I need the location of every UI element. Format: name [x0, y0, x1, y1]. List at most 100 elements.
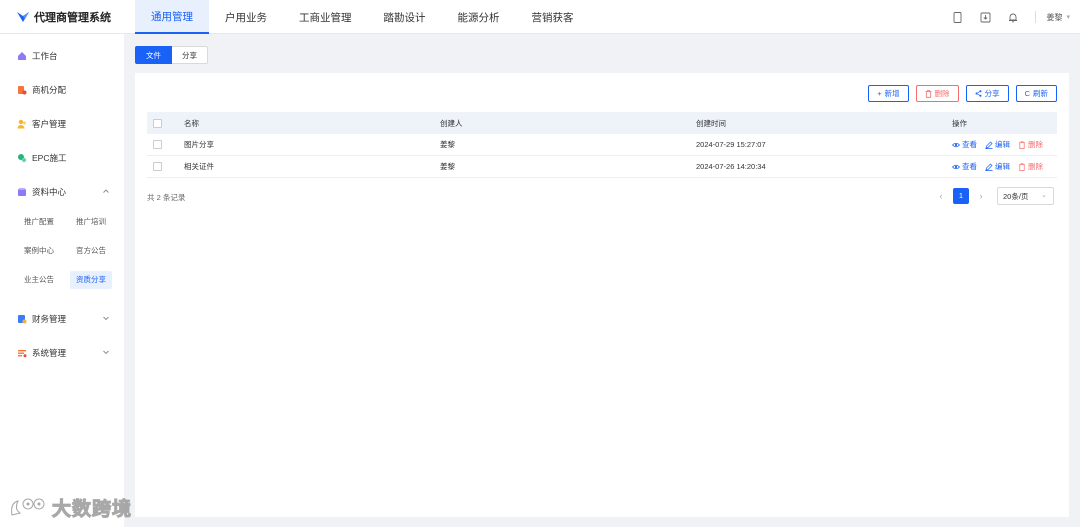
chevron-down-icon — [103, 316, 109, 321]
chevron-up-icon — [103, 189, 109, 193]
chevron-down-icon — [103, 350, 109, 355]
trash-icon — [1019, 162, 1025, 171]
submenu-official-notice[interactable]: 官方公告 — [70, 242, 112, 260]
refresh-icon: C — [1024, 89, 1030, 98]
edit-action[interactable]: 编辑 — [985, 161, 1010, 172]
edit-action-label: 编辑 — [995, 162, 1010, 171]
submenu-case-center[interactable]: 案例中心 — [18, 242, 60, 260]
sidebar-item-customer[interactable]: 客户管理 — [0, 112, 124, 136]
user-name: 姜黎 — [1046, 12, 1063, 22]
table-header: 名称 创建人 创建时间 操作 — [147, 112, 1057, 134]
divider — [1035, 11, 1037, 23]
cell-created: 2024-07-29 15:27:07 — [696, 140, 766, 149]
cell-name: 相关证件 — [184, 162, 214, 171]
logo-icon — [17, 12, 29, 22]
sidebar-item-opportunity[interactable]: 商机分配 — [0, 78, 124, 102]
sidebar-item-label: 客户管理 — [32, 119, 67, 129]
bell-icon[interactable] — [1007, 11, 1019, 23]
record-count: 共 2 条记录 — [147, 193, 186, 202]
sidebar-item-label: 财务管理 — [32, 314, 67, 324]
edit-action-label: 编辑 — [995, 140, 1010, 149]
page-number[interactable]: 1 — [953, 188, 969, 204]
mobile-icon[interactable] — [951, 11, 963, 23]
sidebar: 工作台 商机分配 客户管理 EPC施工 资料中心 推广配置 推广培训 案例中心 … — [0, 34, 124, 527]
refresh-button[interactable]: C 刷新 — [1015, 85, 1057, 102]
table-row: 图片分享 姜黎 2024-07-29 15:27:07 查看 编辑 删除 — [147, 134, 1057, 156]
user-menu[interactable]: 姜黎 ▾ — [1046, 12, 1070, 23]
nav-item-survey-design[interactable]: 踏勘设计 — [368, 0, 442, 34]
sidebar-item-label: 商机分配 — [32, 85, 67, 95]
page-size-value: 20条/页 — [1003, 191, 1029, 201]
cell-creator: 姜黎 — [440, 140, 455, 149]
view-action-label: 查看 — [962, 140, 977, 149]
view-action[interactable]: 查看 — [952, 161, 977, 172]
content-tabs: 文件 分享 — [135, 46, 208, 64]
construction-icon — [18, 154, 27, 163]
column-header-actions: 操作 — [952, 118, 967, 128]
eye-icon — [952, 164, 960, 169]
cell-created: 2024-07-26 14:20:34 — [696, 162, 766, 171]
cell-creator: 姜黎 — [440, 162, 455, 171]
tab-files[interactable]: 文件 — [135, 46, 172, 64]
delete-action[interactable]: 删除 — [1018, 161, 1043, 172]
toolbar: + 新增 删除 分享 C 刷新 — [861, 85, 1057, 102]
edit-action[interactable]: 编辑 — [985, 139, 1010, 150]
share-button[interactable]: 分享 — [965, 85, 1009, 102]
submenu-qualification-share[interactable]: 资质分享 — [70, 271, 112, 289]
page-size-select[interactable]: 20条/页 ⌄ — [997, 187, 1054, 205]
app-title: 代理商管理系统 — [34, 12, 111, 24]
chevron-down-icon: ▾ — [1066, 14, 1070, 21]
select-all-checkbox[interactable] — [153, 118, 162, 128]
row-checkbox[interactable] — [153, 162, 162, 171]
nav-item-commercial[interactable]: 工商业管理 — [283, 0, 368, 34]
nav-item-residential[interactable]: 户用业务 — [209, 0, 283, 34]
cell-name: 图片分享 — [184, 140, 214, 149]
sidebar-item-resources[interactable]: 资料中心 — [0, 180, 124, 204]
view-action[interactable]: 查看 — [952, 139, 977, 150]
next-page-icon[interactable]: › — [975, 191, 987, 201]
plus-icon: + — [877, 89, 882, 98]
opportunity-icon — [18, 86, 27, 95]
prev-page-icon[interactable]: ‹ — [935, 191, 947, 201]
submenu-promo-training[interactable]: 推广培训 — [70, 213, 112, 231]
top-actions: 姜黎 ▾ — [951, 0, 1080, 34]
sidebar-item-system[interactable]: 系统管理 — [0, 341, 124, 365]
delete-button[interactable]: 删除 — [915, 85, 959, 102]
nav-item-general[interactable]: 通用管理 — [135, 0, 209, 34]
edit-icon — [985, 163, 993, 171]
nav-item-energy-analysis[interactable]: 能源分析 — [442, 0, 516, 34]
sidebar-item-finance[interactable]: 财务管理 — [0, 307, 124, 331]
chevron-down-icon: ⌄ — [1041, 192, 1047, 199]
delete-action-label: 删除 — [1028, 140, 1043, 149]
files-table: 名称 创建人 创建时间 操作 图片分享 姜黎 2024-07-29 15:27:… — [147, 112, 1057, 178]
app-logo[interactable]: 代理商管理系统 — [16, 9, 111, 25]
add-button[interactable]: + 新增 — [868, 85, 909, 102]
sidebar-item-workbench[interactable]: 工作台 — [0, 44, 124, 68]
content-card: + 新增 删除 分享 C 刷新 名称 创建人 创建时间 操作 图片分享 姜黎 2… — [135, 73, 1069, 517]
sidebar-item-epc[interactable]: EPC施工 — [0, 146, 124, 170]
trash-icon — [1019, 140, 1025, 149]
cell-actions: 查看 编辑 删除 — [952, 139, 1057, 150]
submenu-owner-notice[interactable]: 业主公告 — [18, 271, 60, 289]
column-header-creator: 创建人 — [440, 118, 463, 128]
table-row: 相关证件 姜黎 2024-07-26 14:20:34 查看 编辑 删除 — [147, 156, 1057, 178]
sidebar-item-label: EPC施工 — [32, 153, 67, 163]
nav-item-marketing[interactable]: 营销获客 — [516, 0, 590, 34]
watermark: 大数跨境 — [8, 494, 132, 521]
submenu-promo-config[interactable]: 推广配置 — [18, 213, 60, 231]
tab-share[interactable]: 分享 — [172, 46, 208, 64]
share-icon — [975, 90, 982, 97]
sidebar-item-label: 资料中心 — [32, 187, 67, 197]
download-icon[interactable] — [979, 11, 991, 23]
pagination: ‹ 1 › 20条/页 ⌄ — [935, 187, 1054, 205]
finance-icon — [18, 315, 27, 324]
watermark-text: 大数跨境 — [51, 499, 133, 521]
delete-action[interactable]: 删除 — [1018, 139, 1043, 150]
watermark-logo-icon — [11, 498, 45, 516]
view-action-label: 查看 — [962, 162, 977, 171]
column-header-name: 名称 — [184, 118, 199, 128]
top-nav: 通用管理 户用业务 工商业管理 踏勘设计 能源分析 营销获客 — [135, 0, 590, 34]
row-checkbox[interactable] — [153, 140, 162, 149]
sidebar-item-label: 系统管理 — [32, 348, 67, 358]
share-button-label: 分享 — [984, 89, 1000, 98]
